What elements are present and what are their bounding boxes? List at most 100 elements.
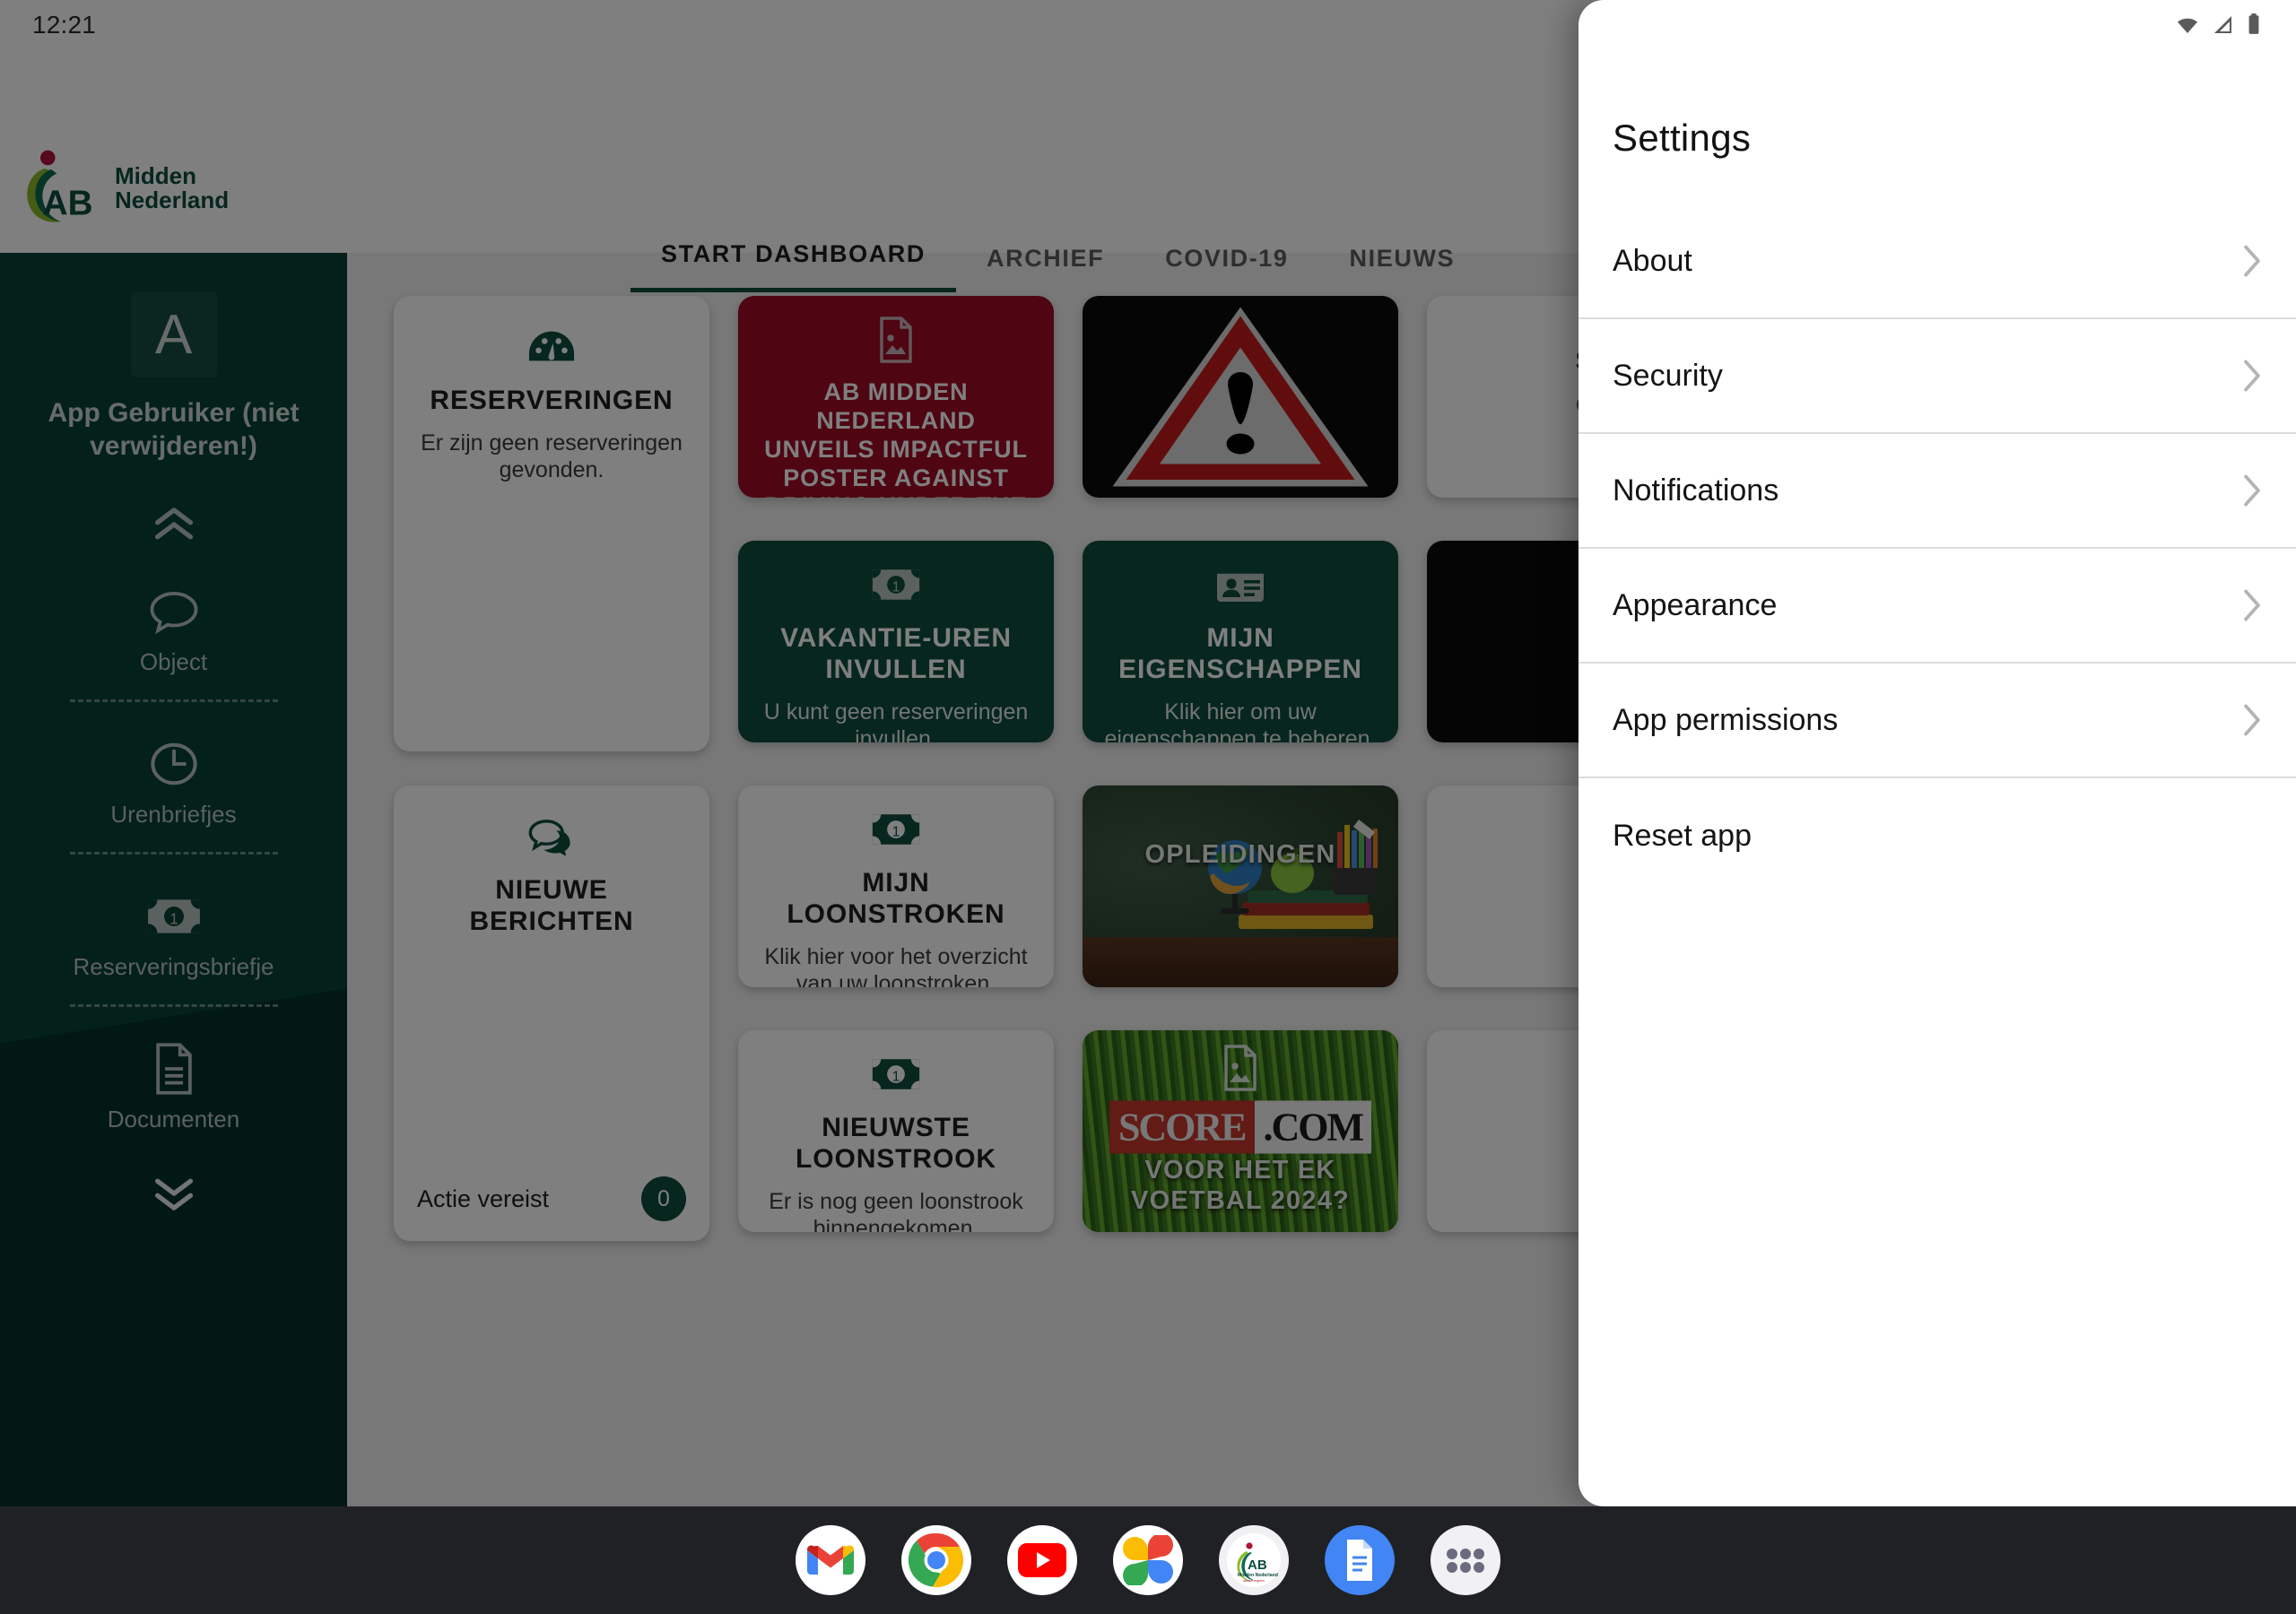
card-subtitle: Klik hier voor het overzicht van uw loon… <box>764 943 1028 987</box>
brand-line-1: Midden <box>115 161 196 189</box>
card-subtitle: Er zijn geen reserveringen gevonden. <box>421 430 683 482</box>
sidebar-item-label: Object <box>139 648 208 676</box>
main-tabs: START DASHBOARD ARCHIEF COVID-19 NIEUWS <box>631 240 1485 292</box>
battery-icon <box>2246 13 2262 40</box>
banknote-icon: 1 <box>758 559 1034 611</box>
warning-triangle-icon <box>1083 296 1398 498</box>
card-ek-voetbal[interactable]: SCORE .COM VOOR HET EK VOETBAL 2024? <box>1083 1030 1398 1232</box>
cellular-signal-icon <box>2212 14 2235 40</box>
ab-logo-mark: AB <box>20 147 102 230</box>
card-vakantie-uren-invullen[interactable]: 1 VAKANTIE-UREN INVULLEN U kunt geen res… <box>738 541 1054 742</box>
double-chevron-up-icon[interactable] <box>147 504 201 550</box>
banknote-icon: 1 <box>0 889 347 944</box>
chevron-right-icon <box>2242 588 2262 622</box>
settings-item-label: Security <box>1613 358 1723 393</box>
card-subtitle: Klik hier om uw eigenschappen te beheren… <box>1104 699 1377 742</box>
panel-status-icons <box>2174 13 2262 40</box>
chat-bubbles-icon <box>413 811 690 863</box>
scoretotaal-logo-right: .COM <box>1254 1100 1372 1154</box>
sidebar-divider <box>69 852 278 855</box>
google-docs-icon[interactable] <box>1325 1525 1395 1595</box>
settings-item-about[interactable]: About <box>1578 204 2296 319</box>
card-title: RESERVERINGEN <box>430 386 674 415</box>
sidebar-item-object[interactable]: Object <box>0 584 347 676</box>
card-nieuwste-loonstrook[interactable]: 1 NIEUWSTE LOONSTROOK Er is nog geen loo… <box>738 1030 1054 1232</box>
settings-list: About Security Notifications Appearance … <box>1578 204 2296 893</box>
sidebar-item-label: Urenbriefjes <box>110 801 237 829</box>
svg-text:AB: AB <box>1248 1558 1267 1573</box>
chevron-right-icon <box>2242 244 2262 278</box>
svg-text:AB: AB <box>43 184 93 222</box>
brand-text: Midden Nederland <box>115 161 230 213</box>
google-photos-icon[interactable] <box>1113 1525 1183 1595</box>
app-drawer-icon[interactable] <box>1431 1525 1500 1595</box>
double-chevron-down-icon[interactable] <box>147 1173 201 1219</box>
card-nieuwe-berichten[interactable]: NIEUWE BERICHTEN Actie vereist 0 <box>394 785 709 1241</box>
app-logo: AB Midden Nederland <box>20 147 229 230</box>
brand-line-2: Nederland <box>115 187 230 213</box>
card-title: MIJN EIGENSCHAPPEN <box>1118 623 1362 684</box>
sidebar-item-urenbriefjes[interactable]: Urenbriefjes <box>0 736 347 829</box>
card-reserveringen[interactable]: RESERVERINGEN Er zijn geen reserveringen… <box>394 296 709 751</box>
sidebar-item-label: Documenten <box>107 1106 240 1133</box>
settings-item-appearance[interactable]: Appearance <box>1578 549 2296 664</box>
chevron-right-icon <box>2242 703 2262 737</box>
card-title: NIEUWE BERICHTEN <box>469 875 634 936</box>
card-subtitle: Er is nog geen loonstrook binnengekomen. <box>769 1188 1023 1232</box>
card-title: OPLEIDINGEN <box>1144 839 1336 869</box>
status-clock: 12:21 <box>32 11 97 39</box>
document-icon <box>0 1041 347 1097</box>
svg-text:1: 1 <box>892 824 900 839</box>
sidebar-item-reserveringsbriefje[interactable]: 1 Reserveringsbriefje <box>0 889 347 981</box>
settings-item-label: App permissions <box>1613 702 1839 737</box>
svg-text:Midden Nederland: Midden Nederland <box>1238 1573 1278 1578</box>
settings-item-reset-app[interactable]: Reset app <box>1578 778 2296 893</box>
image-placeholder-icon <box>1083 1045 1398 1091</box>
clock-icon <box>0 736 347 792</box>
image-placeholder-icon <box>758 314 1034 366</box>
page-title: Settings <box>1613 117 1752 159</box>
gmail-icon[interactable] <box>796 1525 865 1595</box>
gauge-icon <box>413 321 690 373</box>
chevron-right-icon <box>2242 473 2262 508</box>
tab-start-dashboard[interactable]: START DASHBOARD <box>631 240 956 292</box>
banknote-icon: 1 <box>758 803 1034 855</box>
svg-text:samen regelen: samen regelen <box>1243 1579 1265 1583</box>
youtube-icon[interactable] <box>1007 1525 1077 1595</box>
card-footer: Actie vereist 0 <box>394 1157 709 1241</box>
settings-item-label: Reset app <box>1613 818 1752 853</box>
tab-archief[interactable]: ARCHIEF <box>956 245 1135 292</box>
svg-text:1: 1 <box>170 909 178 927</box>
settings-item-label: Notifications <box>1613 473 1779 508</box>
svg-text:1: 1 <box>892 1069 900 1084</box>
avatar: A <box>130 291 217 377</box>
card-opleidingen[interactable]: OPLEIDINGEN <box>1083 785 1398 987</box>
sidebar-divider <box>69 1004 278 1008</box>
settings-item-label: About <box>1613 243 1692 278</box>
sidebar-item-documenten[interactable]: Documenten <box>0 1041 347 1133</box>
settings-item-label: Appearance <box>1613 587 1778 622</box>
card-title: MIJN LOONSTROKEN <box>787 868 1005 929</box>
card-title: VOOR HET EK VOETBAL 2024? <box>1131 1155 1350 1215</box>
banknote-icon: 1 <box>758 1048 1034 1100</box>
settings-panel: Settings About Security Notifications Ap… <box>1578 0 2296 1506</box>
card-mijn-eigenschappen[interactable]: MIJN EIGENSCHAPPEN Klik hier om uw eigen… <box>1083 541 1398 742</box>
taskbar-dock: AB Midden Nederland samen regelen <box>0 1506 2296 1614</box>
tab-covid-19[interactable]: COVID-19 <box>1135 245 1318 292</box>
card-title: VAKANTIE-UREN INVULLEN <box>780 623 1012 684</box>
settings-item-security[interactable]: Security <box>1578 319 2296 434</box>
card-mijn-loonstroken[interactable]: 1 MIJN LOONSTROKEN Klik hier voor het ov… <box>738 785 1054 987</box>
card-news-poster[interactable]: AB MIDDEN NEDERLAND UNVEILS IMPACTFUL PO… <box>738 296 1054 498</box>
sidebar-item-label: Reserveringsbriefje <box>73 953 274 981</box>
id-card-icon <box>1102 559 1378 611</box>
ab-midden-nederland-app-icon[interactable]: AB Midden Nederland samen regelen <box>1219 1525 1289 1595</box>
wifi-icon <box>2174 14 2201 40</box>
sidebar-username: App Gebruiker (niet verwijderen!) <box>48 398 300 461</box>
scoretotaal-logo-left: SCORE <box>1109 1100 1255 1154</box>
settings-item-notifications[interactable]: Notifications <box>1578 434 2296 549</box>
tab-nieuws[interactable]: NIEUWS <box>1319 245 1486 292</box>
card-warning-news[interactable] <box>1083 296 1398 498</box>
settings-item-app-permissions[interactable]: App permissions <box>1578 664 2296 778</box>
sidebar: A App Gebruiker (niet verwijderen!) Obje… <box>0 253 347 1506</box>
chrome-icon[interactable] <box>901 1525 971 1595</box>
